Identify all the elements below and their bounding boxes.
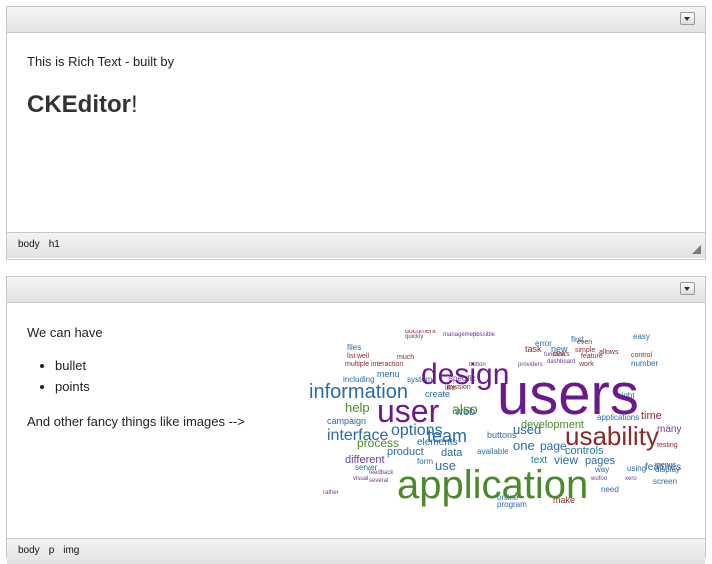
wc-word: testing (657, 442, 678, 449)
images-paragraph[interactable]: And other fancy things like images --> (27, 414, 245, 429)
wc-word: many (657, 424, 681, 435)
element-path-bar: body p img (7, 538, 705, 564)
wc-word: interaction (371, 361, 403, 368)
wc-word: menu (377, 369, 400, 379)
wc-word: easy (633, 332, 650, 341)
wc-word: well (356, 353, 370, 360)
wc-word: team (427, 426, 467, 446)
wc-word: new (551, 344, 568, 354)
wc-word: screen (653, 477, 677, 486)
wc-word: interface (327, 427, 388, 444)
wc-word: using (627, 464, 646, 473)
wc-word: simple (575, 347, 595, 354)
wc-word: user (377, 393, 440, 429)
editor-toolbar (7, 277, 705, 303)
element-path-bar: body h1 (7, 232, 705, 258)
intro-paragraph[interactable]: This is Rich Text - built by (27, 54, 174, 69)
wc-word: need (601, 485, 619, 494)
heading-exclamation: ! (131, 91, 138, 118)
wc-word: different (345, 454, 385, 466)
path-crumb-p[interactable]: p (49, 539, 55, 563)
wc-word: also (452, 401, 478, 417)
path-crumb-body[interactable]: body (18, 539, 40, 563)
wc-word: xero (625, 476, 637, 482)
rich-text-editor-2[interactable]: We can have bullet points And other fanc… (6, 276, 706, 564)
path-crumb-h1[interactable]: h1 (49, 233, 60, 257)
editor-heading[interactable]: CKEditor! (27, 91, 138, 119)
word-cloud-image[interactable]: quickly management possible button rathe… (307, 330, 689, 516)
wc-word: files (347, 343, 361, 352)
bullet-item[interactable]: points (55, 379, 90, 395)
intro-paragraph[interactable]: We can have (27, 325, 103, 340)
collapse-toolbar-icon[interactable] (680, 282, 695, 295)
wc-word: control (631, 352, 652, 359)
wc-word: page (540, 439, 567, 453)
wc-word: rather (323, 490, 339, 496)
wc-word: first (571, 335, 585, 344)
wc-word: allows (599, 349, 619, 356)
wc-word: campaign (327, 416, 366, 426)
bullet-list[interactable]: bullet points (27, 358, 90, 400)
rich-text-editor-1[interactable]: This is Rich Text - built by CKEditor! b… (6, 6, 706, 260)
wc-word: one (513, 438, 535, 453)
wc-word: features (645, 462, 681, 473)
wc-word: list (347, 353, 356, 360)
editor-toolbar (7, 7, 705, 33)
path-crumb-body[interactable]: body (18, 233, 40, 257)
wc-word: wufoo (590, 476, 608, 482)
wc-word: task (525, 344, 542, 354)
resize-handle-icon[interactable] (692, 245, 701, 254)
wc-word: several (369, 478, 388, 484)
editor-content-area[interactable]: This is Rich Text - built by CKEditor! (7, 33, 705, 232)
editor-content-area[interactable]: We can have bullet points And other fanc… (7, 303, 705, 538)
wc-word: available (477, 447, 509, 456)
wc-word: possible (473, 332, 496, 338)
bullet-item[interactable]: bullet (55, 358, 90, 374)
wc-word: application (397, 463, 588, 507)
wc-word: users (497, 362, 639, 427)
wc-word: pages (585, 455, 615, 467)
wc-word: multiple (345, 361, 369, 368)
wc-word: much (397, 354, 414, 361)
path-crumb-img[interactable]: img (63, 539, 79, 563)
wc-word: document (405, 330, 436, 335)
heading-product-name: CKEditor (27, 91, 131, 118)
wc-word: visual (353, 476, 368, 482)
collapse-toolbar-icon[interactable] (680, 12, 695, 25)
